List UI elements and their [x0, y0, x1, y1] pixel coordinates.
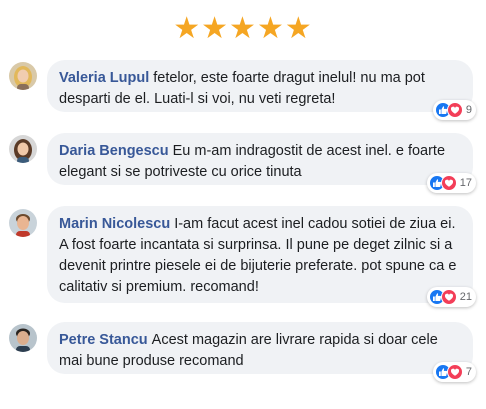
star-icon: ★: [256, 12, 285, 45]
avatar[interactable]: [9, 135, 37, 163]
comment-bubble: Daria Bengescu Eu m-am indragostit de ace…: [47, 133, 473, 185]
star-icon: ★: [173, 12, 202, 45]
star-icon: ★: [201, 12, 230, 45]
reaction-summary[interactable]: 21: [426, 287, 476, 307]
reaction-count: 21: [459, 291, 472, 303]
comment-author[interactable]: Petre Stancu: [59, 332, 148, 348]
reaction-summary[interactable]: 9: [432, 100, 476, 120]
male-avatar-smiling-icon: [9, 209, 37, 237]
avatar[interactable]: [9, 62, 37, 90]
comment-author[interactable]: Daria Bengescu: [59, 143, 169, 159]
female-avatar-brunette-icon: [9, 135, 37, 163]
star-icon: ★: [284, 12, 313, 45]
reaction-summary[interactable]: 7: [432, 362, 476, 382]
female-avatar-blonde-icon: [9, 62, 37, 90]
rating-stars: ★★★★★: [0, 14, 486, 44]
reaction-count: 7: [465, 366, 472, 378]
avatar[interactable]: [9, 209, 37, 237]
comment-author[interactable]: Valeria Lupul: [59, 70, 149, 86]
love-icon: [440, 175, 457, 191]
star-icon: ★: [229, 12, 257, 45]
reaction-count: 9: [465, 104, 472, 116]
love-icon: [446, 364, 463, 380]
reaction-summary[interactable]: 17: [426, 173, 476, 193]
comment-bubble: Valeria Lupul fetelor, este foarte dragut…: [47, 60, 473, 112]
avatar[interactable]: [9, 324, 37, 352]
male-avatar-dark-hair-icon: [9, 324, 37, 352]
reaction-count: 17: [459, 177, 472, 189]
comment-author[interactable]: Marin Nicolescu: [59, 216, 170, 232]
love-icon: [440, 289, 457, 305]
comment-bubble: Petre Stancu Acest magazin are livrare ra…: [47, 322, 473, 374]
comment-bubble: Marin Nicolescu I-am facut acest inel cad…: [47, 206, 473, 303]
love-icon: [446, 102, 463, 118]
